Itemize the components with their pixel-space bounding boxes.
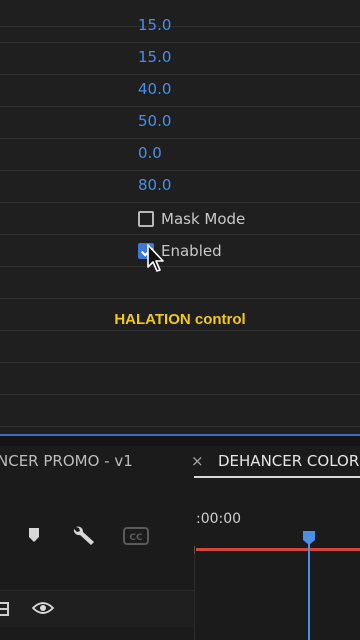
svg-text:CC: CC [129,533,143,543]
cc-icon[interactable]: CC [123,527,149,545]
track-header-divider [194,554,195,640]
param-row: 15.0 [0,42,360,75]
param-row [0,330,360,363]
mask-mode-option[interactable]: Mask Mode [138,207,245,231]
param-row: 15.0 [0,10,360,43]
param-row: 40.0 [0,74,360,107]
tab-dehancer-color[interactable]: DEHANCER COLOR [218,452,359,470]
wrench-icon[interactable] [72,524,98,546]
param-row: 0.0 [0,138,360,171]
timeline-timecode[interactable]: :00:00 [196,511,241,527]
param-row: 50.0 [0,106,360,139]
tab-close-button[interactable]: × [191,452,204,470]
param-row [0,394,360,427]
param-value[interactable]: 0.0 [138,144,162,162]
param-value[interactable]: 50.0 [138,112,171,130]
mouse-cursor-icon [147,244,164,272]
param-row [0,362,360,395]
param-value[interactable]: 80.0 [138,176,171,194]
param-value[interactable]: 15.0 [138,0,171,4]
playhead-line[interactable] [308,544,310,640]
marker-icon[interactable] [26,526,42,544]
work-area-bar[interactable] [196,548,360,551]
active-tab-indicator [194,476,360,478]
effect-controls-panel: 15.0 15.0 15.0 40.0 50.0 0.0 80.0 Mask M… [0,0,360,436]
eye-icon[interactable] [32,601,54,615]
panel-gap [0,436,360,446]
param-value[interactable]: 15.0 [138,16,171,34]
enabled-label: Enabled [161,242,222,260]
param-row [0,266,360,299]
param-value[interactable]: 15.0 [138,48,171,66]
mask-mode-checkbox[interactable] [138,211,154,227]
track-header-row [0,590,194,627]
param-value[interactable]: 40.0 [138,80,171,98]
param-row: 80.0 [0,170,360,203]
tab-sequence-promo[interactable]: NCER PROMO - v1 [0,452,133,470]
caption-overlay: HALATION control [114,311,246,328]
sync-lock-icon[interactable] [0,601,10,617]
timeline-panel: NCER PROMO - v1 × DEHANCER COLOR :00:00 … [0,446,360,640]
mask-mode-label: Mask Mode [161,210,246,228]
